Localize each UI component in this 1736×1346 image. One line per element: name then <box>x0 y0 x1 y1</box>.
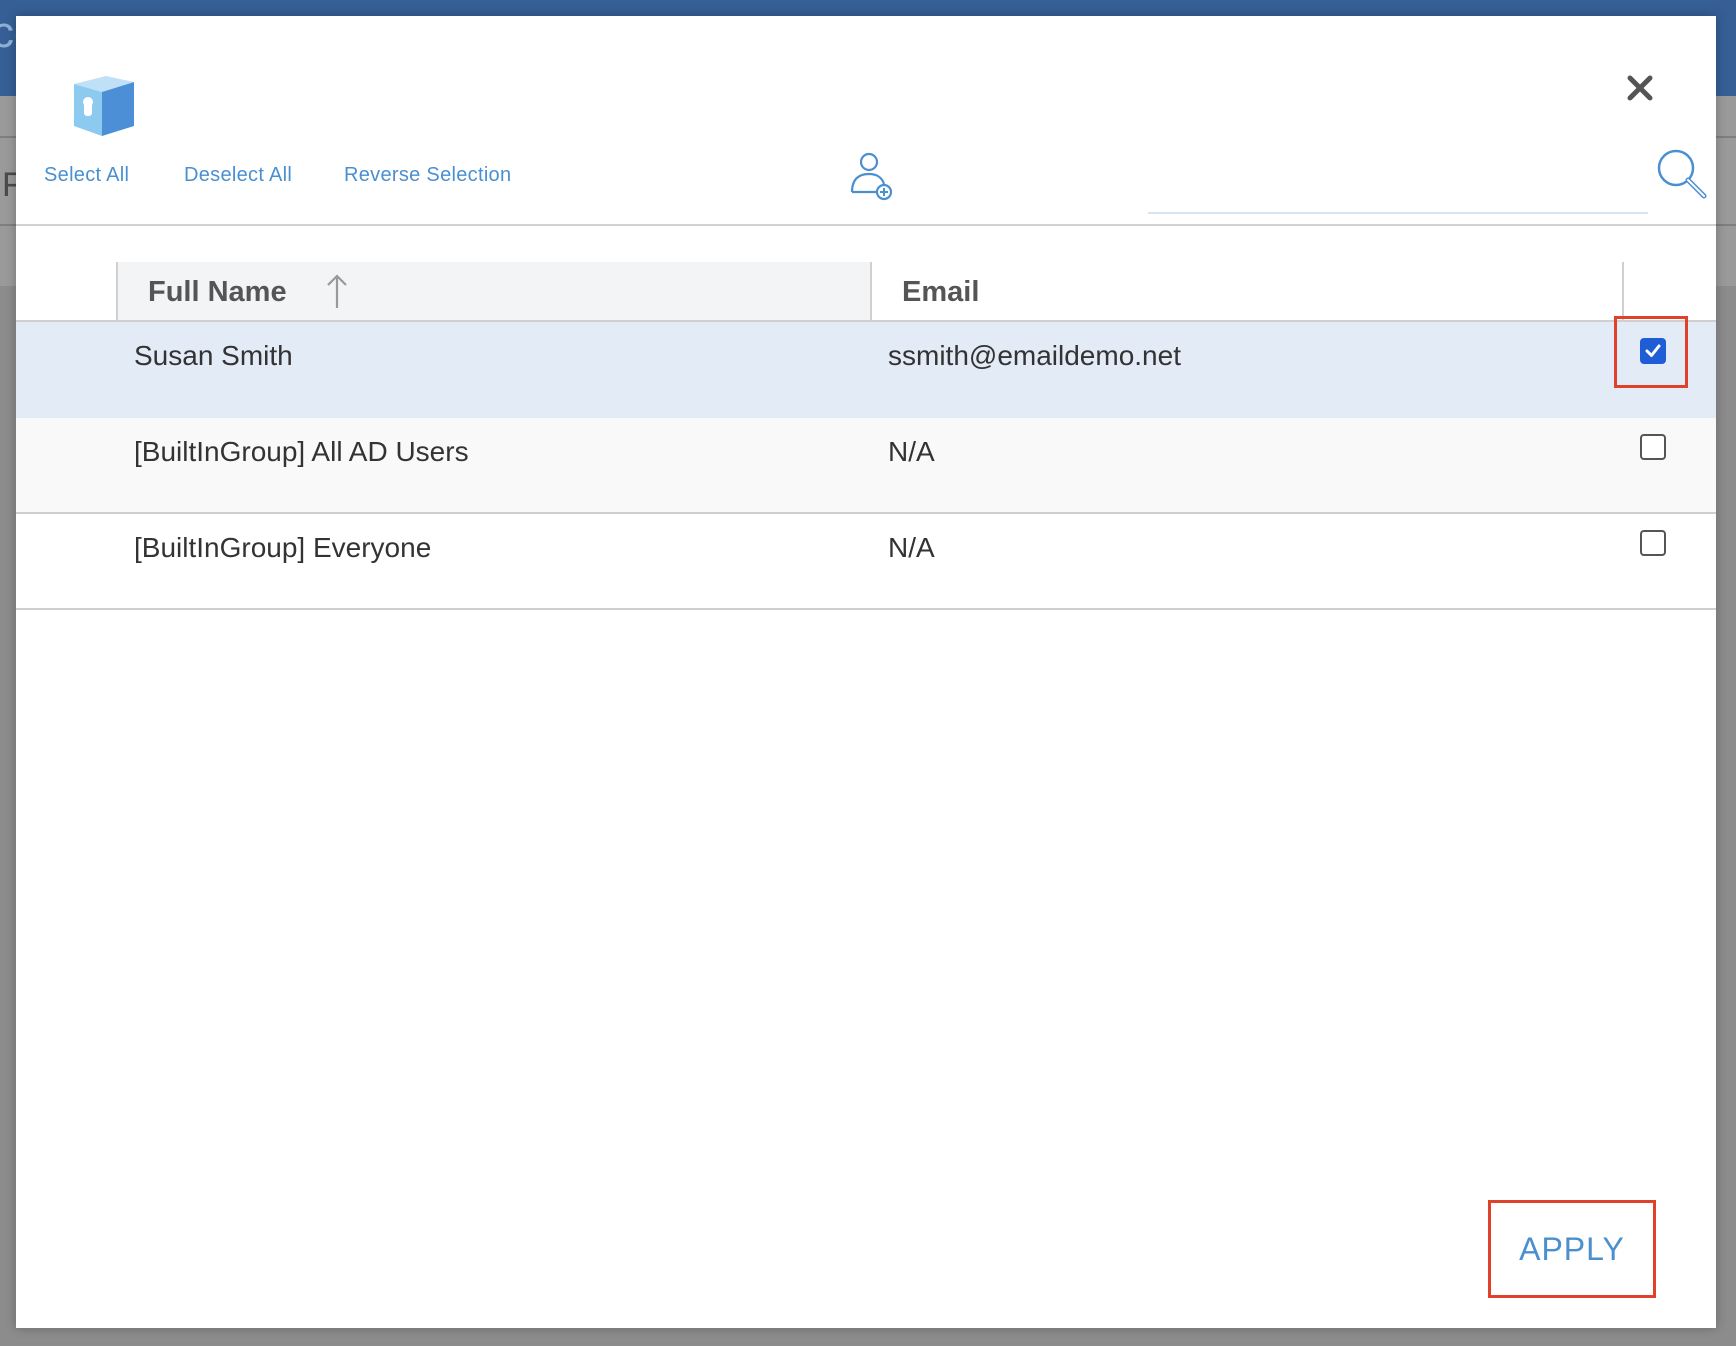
close-icon <box>1627 75 1653 101</box>
apply-button[interactable]: APPLY <box>1504 1226 1640 1272</box>
user-add-icon[interactable] <box>842 146 902 206</box>
search-icon[interactable] <box>1652 146 1712 206</box>
user-picker-dialog: Select All Deselect All Reverse Selectio… <box>16 16 1716 1328</box>
table-row[interactable]: [BuiltInGroup] Everyone N/A <box>16 514 1716 610</box>
reverse-selection-link[interactable]: Reverse Selection <box>344 164 511 187</box>
column-header-select <box>1622 262 1716 320</box>
table-header: Full Name Email <box>16 262 1716 320</box>
deselect-all-link[interactable]: Deselect All <box>184 164 292 187</box>
row-full-name: [BuiltInGroup] Everyone <box>134 532 432 563</box>
checkbox-highlight-box <box>1614 316 1688 388</box>
row-full-name: [BuiltInGroup] All AD Users <box>134 436 469 467</box>
sort-ascending-icon[interactable] <box>324 272 350 312</box>
select-all-link[interactable]: Select All <box>44 164 129 187</box>
table-row[interactable]: Susan Smith ssmith@emaildemo.net <box>16 322 1716 418</box>
row-checkbox[interactable] <box>1640 434 1666 460</box>
column-header-email[interactable]: Email <box>870 262 1622 320</box>
close-button[interactable] <box>1620 68 1660 108</box>
row-checkbox[interactable] <box>1640 530 1666 556</box>
search-underline <box>1148 212 1648 214</box>
column-header-full-name[interactable]: Full Name <box>116 262 870 320</box>
column-header-label: Full Name <box>148 276 287 308</box>
toolbar-divider <box>16 224 1716 226</box>
row-email: N/A <box>888 436 935 467</box>
row-email: N/A <box>888 532 935 563</box>
app-logo <box>74 76 134 136</box>
row-email: ssmith@emaildemo.net <box>888 340 1181 371</box>
search-input[interactable] <box>1148 166 1648 212</box>
table-row[interactable]: [BuiltInGroup] All AD Users N/A <box>16 418 1716 514</box>
row-full-name: Susan Smith <box>134 340 293 371</box>
column-header-label: Email <box>902 276 980 308</box>
